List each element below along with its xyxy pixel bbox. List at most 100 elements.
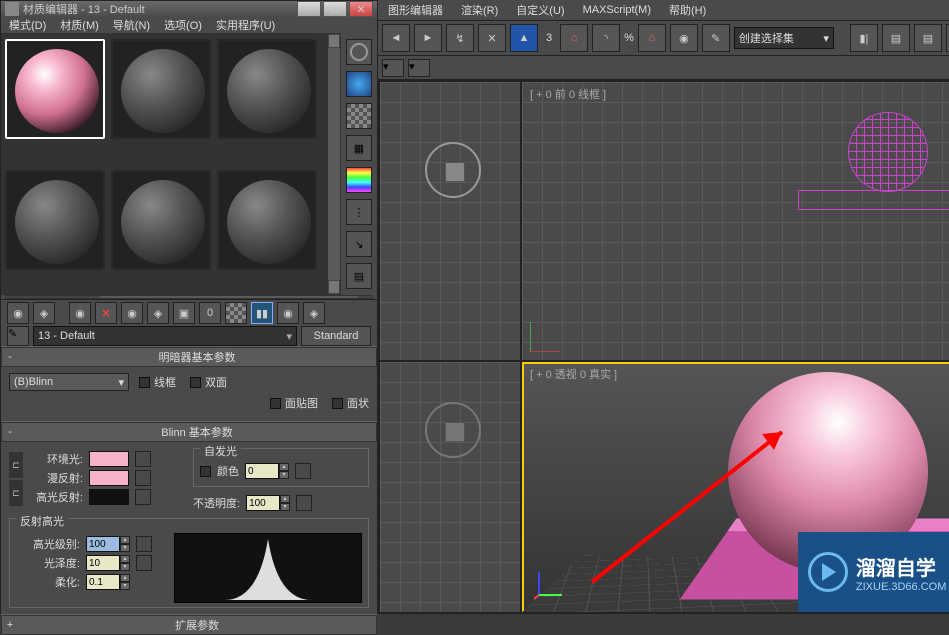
scroll-thumb[interactable]: [20, 296, 100, 298]
soften-input[interactable]: [86, 574, 120, 590]
go-parent-button[interactable]: ◉: [277, 302, 299, 324]
assign-to-selection-button[interactable]: ◉: [69, 302, 91, 324]
background-button[interactable]: [346, 103, 372, 129]
minimize-button[interactable]: —: [297, 1, 321, 17]
speclevel-spinner[interactable]: ▴▾: [86, 536, 130, 552]
sample-slot[interactable]: [5, 39, 105, 139]
material-name-dropdown[interactable]: 13 - Default: [33, 326, 297, 346]
unlink-button[interactable]: ✕: [478, 24, 506, 52]
pick-material-button[interactable]: ✎: [7, 326, 29, 346]
make-copy-button[interactable]: ◉: [121, 302, 143, 324]
menu-help[interactable]: 帮助(H): [669, 2, 706, 18]
toolbar2-button[interactable]: ▾: [408, 59, 430, 77]
viewport-object-gizmo[interactable]: [425, 402, 481, 458]
viewport-front[interactable]: [ + 0 前 0 线框 ]: [522, 82, 949, 360]
video-color-button[interactable]: [346, 167, 372, 193]
edit-named-button[interactable]: ✎: [702, 24, 730, 52]
mirror-button[interactable]: ▮|: [850, 24, 878, 52]
menu-customize[interactable]: 自定义(U): [516, 2, 564, 18]
material-map-navigator-button[interactable]: ▤: [346, 263, 372, 289]
menu-render[interactable]: 渲染(R): [461, 2, 498, 18]
select-by-material-button[interactable]: ↘: [346, 231, 372, 257]
put-to-scene-button[interactable]: ◈: [33, 302, 55, 324]
selfillum-spinner[interactable]: ▴▾: [245, 463, 289, 479]
scroll-left-arrow[interactable]: [6, 296, 20, 298]
scroll-down-arrow[interactable]: [328, 280, 340, 294]
show-end-result-button[interactable]: ▮▮: [251, 302, 273, 324]
menu-mode[interactable]: 模式(D): [9, 17, 46, 33]
menu-grapheditor[interactable]: 图形编辑器: [388, 2, 443, 18]
spinner-snap-button[interactable]: ◉: [670, 24, 698, 52]
snap-toggle-button[interactable]: ⌂: [560, 24, 588, 52]
viewport-perspective[interactable]: [ + 0 透视 0 真实 ] 溜溜自学 ZIXUE.3D66.COM: [522, 362, 949, 612]
viewport-label[interactable]: [ + 0 透视 0 真实 ]: [530, 366, 617, 382]
sample-slot[interactable]: [111, 39, 211, 139]
viewport-label[interactable]: [ + 0 前 0 线框 ]: [530, 86, 606, 102]
sample-slot[interactable]: [5, 170, 105, 270]
opacity-spinner[interactable]: ▴▾: [246, 495, 290, 511]
wireframe-checkbox[interactable]: [139, 377, 150, 388]
wireframe-box[interactable]: [798, 190, 949, 210]
selfillum-color-checkbox[interactable]: [200, 466, 211, 477]
selfillum-map-button[interactable]: [295, 463, 311, 479]
link-button[interactable]: ↯: [446, 24, 474, 52]
layers-button[interactable]: ▤: [914, 24, 942, 52]
viewport-object-gizmo[interactable]: [425, 142, 481, 198]
options-button[interactable]: ⋮: [346, 199, 372, 225]
redo-button[interactable]: ►: [414, 24, 442, 52]
sample-type-button[interactable]: [346, 39, 372, 65]
select-button[interactable]: ▲: [510, 24, 538, 52]
menu-maxscript[interactable]: MAXScript(M): [583, 4, 651, 16]
make-unique-button[interactable]: ◈: [147, 302, 169, 324]
speclevel-input[interactable]: [86, 536, 120, 552]
selfillum-value-input[interactable]: [245, 463, 279, 479]
gloss-input[interactable]: [86, 555, 120, 571]
material-type-button[interactable]: Standard: [301, 326, 371, 346]
toolbar2-button[interactable]: ▾: [382, 59, 404, 77]
shader-type-dropdown[interactable]: (B)Blinn: [9, 373, 129, 391]
extended-rollout-header[interactable]: + 扩展参数: [1, 615, 377, 635]
material-id-button[interactable]: 0: [199, 302, 221, 324]
sample-uv-button[interactable]: ▦: [346, 135, 372, 161]
gloss-map-button[interactable]: [136, 555, 152, 571]
blinn-rollout-header[interactable]: - Blinn 基本参数: [1, 422, 377, 442]
menu-material[interactable]: 材质(M): [60, 17, 99, 33]
scroll-up-arrow[interactable]: [328, 34, 340, 48]
shader-rollout-header[interactable]: - 明暗器基本参数: [1, 347, 377, 367]
twosided-checkbox[interactable]: [190, 377, 201, 388]
sample-slot[interactable]: [217, 39, 317, 139]
put-to-library-button[interactable]: ▣: [173, 302, 195, 324]
viewport-left[interactable]: [380, 362, 520, 612]
backlight-button[interactable]: [346, 71, 372, 97]
menu-options[interactable]: 选项(O): [164, 17, 202, 33]
specular-swatch[interactable]: [89, 489, 129, 505]
diffuse-map-button[interactable]: [135, 470, 151, 486]
ambient-diffuse-lock[interactable]: ⊏: [9, 452, 23, 478]
diffuse-swatch[interactable]: [89, 470, 129, 486]
named-selection-dropdown[interactable]: 创建选择集: [734, 27, 834, 49]
menu-navigate[interactable]: 导航(N): [113, 17, 150, 33]
undo-button[interactable]: ◄: [382, 24, 410, 52]
percent-snap-button[interactable]: ⌂: [638, 24, 666, 52]
close-button[interactable]: ✕: [349, 1, 373, 17]
angle-snap-button[interactable]: ◝: [592, 24, 620, 52]
sample-slot[interactable]: [217, 170, 317, 270]
specular-map-button[interactable]: [135, 489, 151, 505]
show-map-button[interactable]: [225, 302, 247, 324]
gloss-spinner[interactable]: ▴▾: [86, 555, 130, 571]
reset-button[interactable]: ✕: [95, 302, 117, 324]
viewport-top[interactable]: [380, 82, 520, 360]
wireframe-sphere[interactable]: [848, 112, 928, 192]
go-sibling-button[interactable]: ◈: [303, 302, 325, 324]
get-material-button[interactable]: ◉: [7, 302, 29, 324]
speclevel-map-button[interactable]: [136, 536, 152, 552]
diffuse-specular-lock[interactable]: ⊏: [9, 480, 23, 506]
scroll-right-arrow[interactable]: [358, 296, 372, 298]
align-button[interactable]: ▤: [882, 24, 910, 52]
opacity-map-button[interactable]: [296, 495, 312, 511]
sample-slot[interactable]: [111, 170, 211, 270]
menu-utilities[interactable]: 实用程序(U): [216, 17, 275, 33]
ambient-swatch[interactable]: [89, 451, 129, 467]
material-editor-titlebar[interactable]: 材质编辑器 - 13 - Default — ☐ ✕: [1, 1, 377, 17]
facemap-checkbox[interactable]: [270, 398, 281, 409]
